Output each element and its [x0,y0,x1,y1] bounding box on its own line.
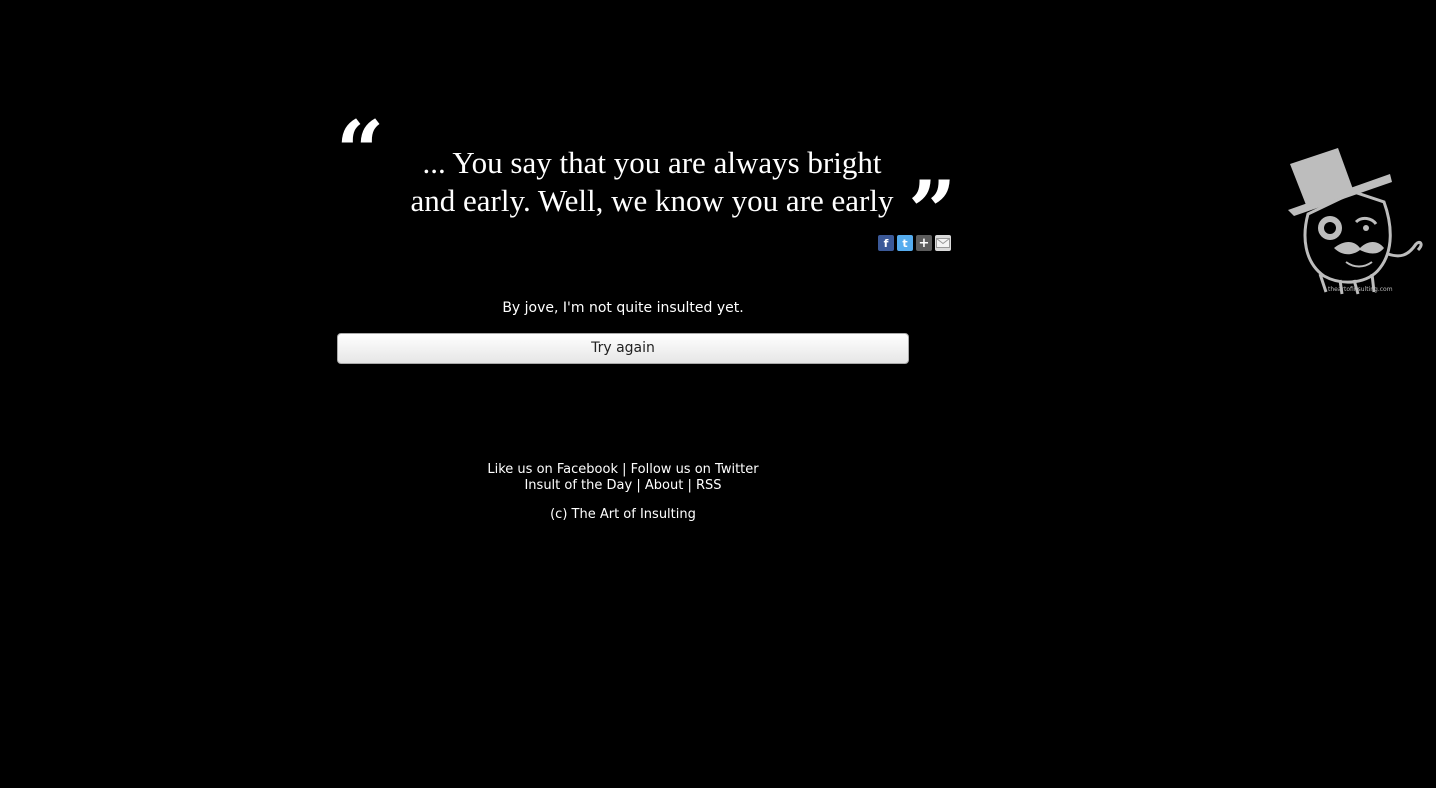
footer-social-links: Like us on Facebook | Follow us on Twitt… [337,462,909,478]
separator: | [622,462,627,477]
result-message: By jove, I'm not quite insulted yet. [502,300,744,316]
copyright: (c) The Art of Insulting [550,507,696,522]
quote-line-2: and early. Well, we know you are early [410,183,894,218]
facebook-link[interactable]: Like us on Facebook [487,462,618,477]
mascot-caption: theartofinsulting.com [1328,286,1393,293]
open-quote-mark: “ [336,102,385,201]
email-share-icon[interactable] [935,235,951,251]
separator: | [687,478,692,493]
share-buttons: f t + [878,235,951,251]
quote-line-1: ... You say that you are always bright [422,145,882,180]
twitter-link[interactable]: Follow us on Twitter [631,462,759,477]
try-again-button[interactable]: Try again [337,333,909,364]
separator: | [636,478,641,493]
facebook-share-icon[interactable]: f [878,235,894,251]
footer-nav-links: Insult of the Day | About | RSS [337,478,909,494]
quote-block: “ ... You say that you are always bright… [336,110,962,258]
gentleman-mascot-logo [1288,148,1423,295]
insult-of-the-day-link[interactable]: Insult of the Day [524,478,632,493]
page: “ ... You say that you are always bright… [0,0,1436,788]
about-link[interactable]: About [645,478,683,493]
insult-quote: ... You say that you are always bright a… [392,144,912,220]
twitter-share-icon[interactable]: t [897,235,913,251]
rss-link[interactable]: RSS [696,478,722,493]
more-share-icon[interactable]: + [916,235,932,251]
footer: Like us on Facebook | Follow us on Twitt… [337,462,909,523]
